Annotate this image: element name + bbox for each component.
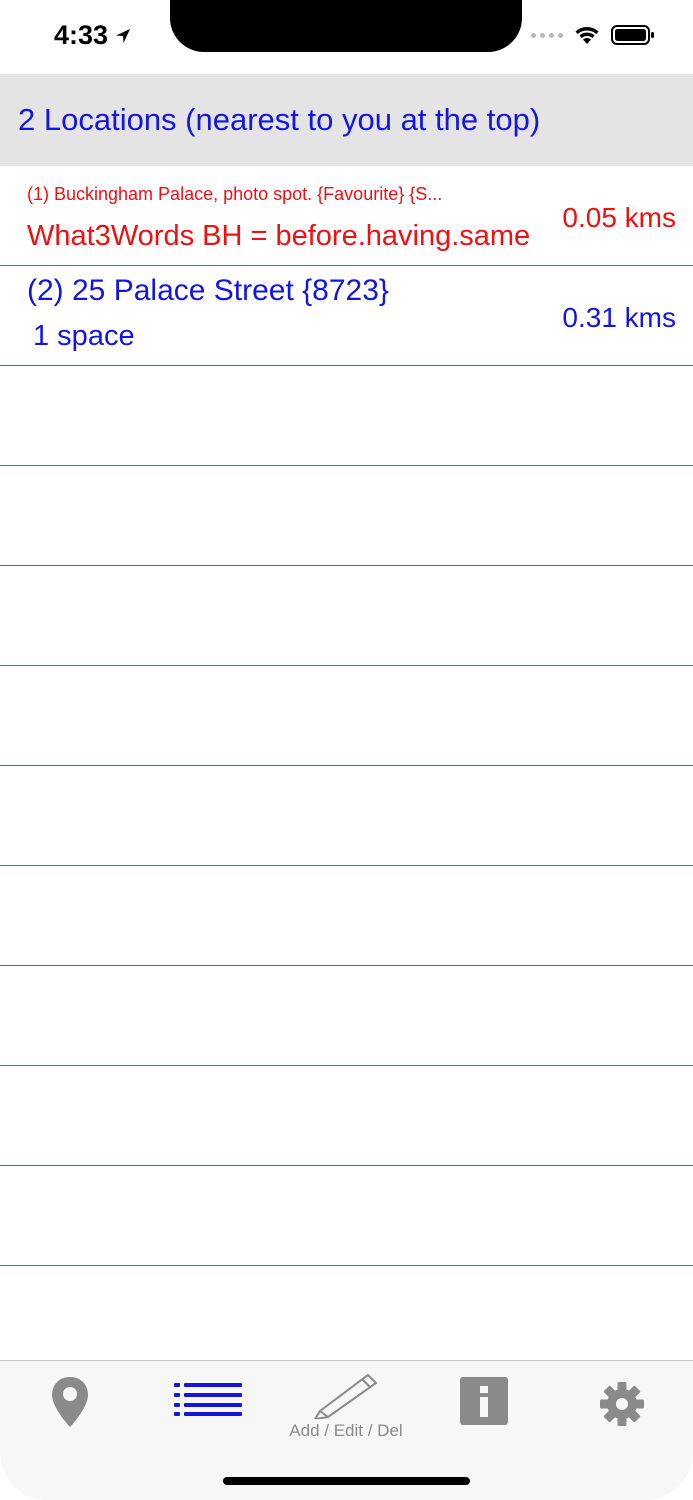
tab-edit-label: Add / Edit / Del: [289, 1421, 403, 1440]
locations-list[interactable]: (1) Buckingham Palace, photo spot. {Favo…: [0, 166, 693, 1266]
pencil-icon: [313, 1373, 378, 1419]
device-notch: [170, 0, 522, 52]
list-icon: [174, 1383, 242, 1416]
empty-row: [0, 866, 693, 966]
location-arrow-icon: [116, 28, 131, 43]
empty-row: [0, 366, 693, 466]
tab-edit[interactable]: Add / Edit / Del: [286, 1361, 406, 1451]
signal-dots-icon: [531, 32, 563, 38]
empty-row: [0, 766, 693, 866]
location-subtitle: 1 space: [33, 320, 135, 352]
tab-info[interactable]: [424, 1361, 544, 1451]
empty-row: [0, 566, 693, 666]
home-indicator[interactable]: [223, 1477, 470, 1485]
header-title: 2 Locations (nearest to you at the top): [18, 102, 541, 137]
location-subtitle: What3Words BH = before.having.same: [27, 220, 531, 252]
empty-row: [0, 466, 693, 566]
empty-row: [0, 666, 693, 766]
location-distance: 0.05 kms: [562, 202, 676, 233]
status-indicators: [531, 24, 655, 46]
location-title: (2) 25 Palace Street {8723}: [27, 274, 389, 307]
status-time: 4:33: [54, 20, 132, 51]
app-screen: 4:33 2 Locations (nearest to you at the …: [0, 0, 693, 1500]
tab-map[interactable]: [10, 1361, 130, 1451]
map-pin-icon: [52, 1377, 88, 1427]
status-time-text: 4:33: [54, 20, 109, 50]
tab-settings[interactable]: [562, 1361, 682, 1451]
location-row-1[interactable]: (1) Buckingham Palace, photo spot. {Favo…: [0, 166, 693, 266]
info-icon: [460, 1377, 508, 1425]
wifi-icon: [575, 27, 599, 44]
empty-row: [0, 1166, 693, 1266]
empty-row: [0, 1066, 693, 1166]
status-bar: 4:33: [0, 0, 693, 74]
location-title: (1) Buckingham Palace, photo spot. {Favo…: [27, 184, 443, 204]
empty-row: [0, 966, 693, 1066]
gear-icon: [600, 1382, 644, 1426]
tab-list[interactable]: [148, 1361, 268, 1451]
battery-icon: [611, 25, 654, 45]
location-row-2[interactable]: (2) 25 Palace Street {8723} 1 space 0.31…: [0, 266, 693, 366]
list-header: 2 Locations (nearest to you at the top): [0, 74, 693, 166]
location-distance: 0.31 kms: [562, 302, 676, 333]
